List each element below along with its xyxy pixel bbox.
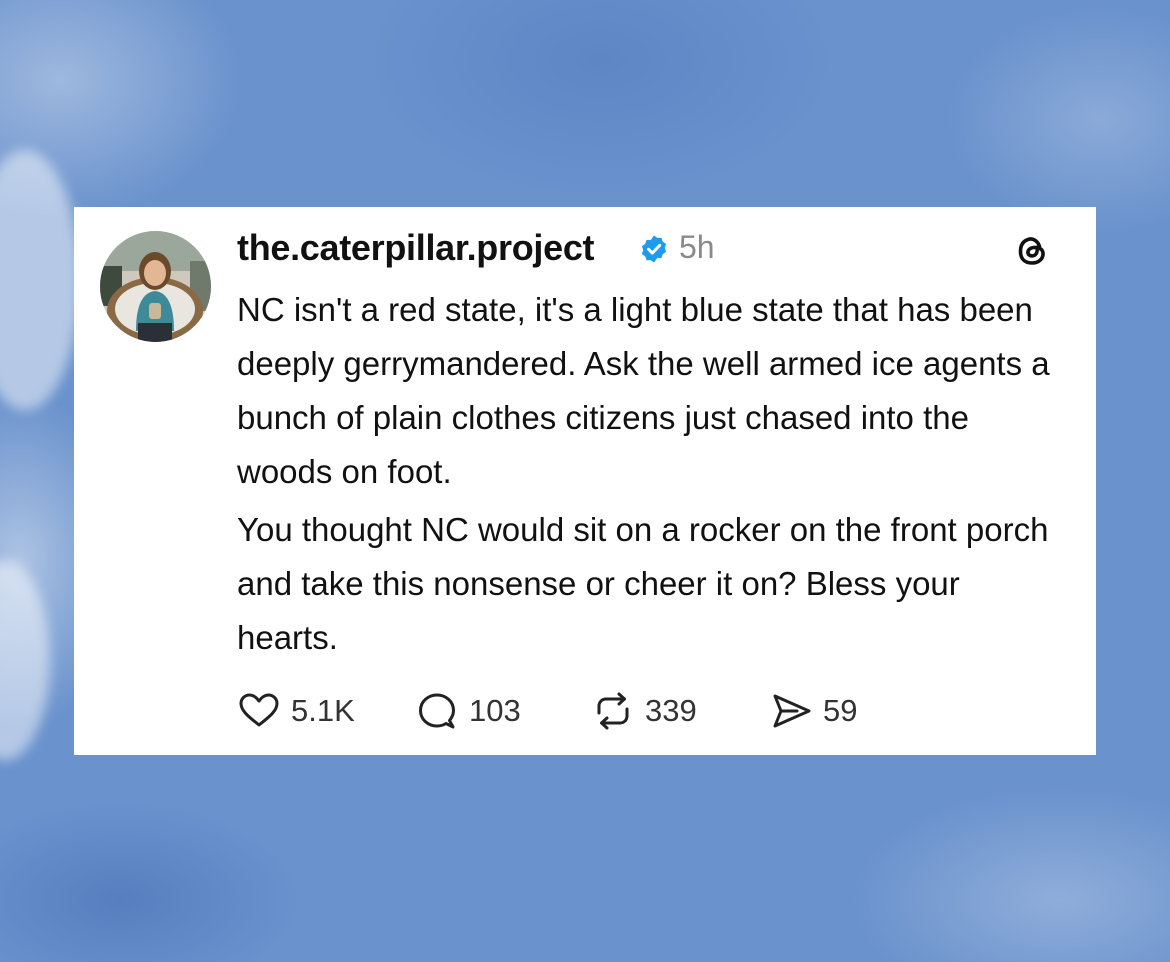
post-paragraph: NC isn't a red state, it's a light blue … <box>237 291 1050 490</box>
post-text: NC isn't a red state, it's a light blue … <box>237 283 1067 665</box>
threads-logo-icon[interactable] <box>1013 231 1051 271</box>
like-button[interactable]: 5.1K <box>237 689 415 733</box>
avatar[interactable] <box>100 231 211 342</box>
verified-badge-icon <box>641 235 667 263</box>
repost-count: 339 <box>645 693 697 728</box>
post-timestamp: 5h <box>679 229 715 265</box>
share-button[interactable]: 59 <box>769 689 889 733</box>
threads-post-card: the.caterpillar.project 5h NC isn't a re… <box>74 207 1096 755</box>
like-count: 5.1K <box>291 693 355 728</box>
comment-bubble-icon <box>419 693 455 729</box>
background-cloud <box>0 150 80 410</box>
post-paragraph: You thought NC would sit on a rocker on … <box>237 511 1049 656</box>
heart-icon <box>239 693 279 727</box>
send-icon <box>773 694 811 728</box>
post-username[interactable]: the.caterpillar.project <box>237 227 595 269</box>
reply-button[interactable]: 103 <box>415 689 591 733</box>
reply-count: 103 <box>469 693 521 728</box>
post-action-bar: 5.1K 103 339 59 <box>237 689 889 733</box>
repost-icon <box>597 692 629 730</box>
background-cloud <box>0 560 50 760</box>
repost-button[interactable]: 339 <box>591 689 769 733</box>
share-count: 59 <box>823 693 858 728</box>
